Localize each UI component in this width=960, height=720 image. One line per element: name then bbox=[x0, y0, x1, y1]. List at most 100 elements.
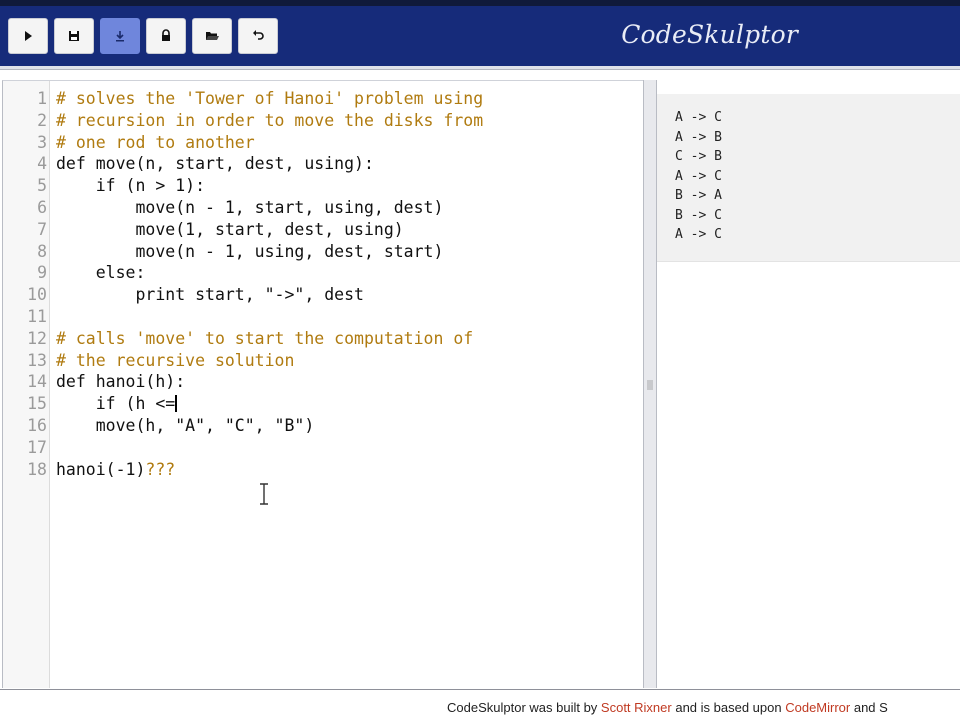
code-text: hanoi(-1)??? bbox=[56, 459, 175, 481]
output-box: A -> C A -> B C -> B A -> C B -> A B -> C A ->… bbox=[657, 94, 960, 262]
line-number: 8 bbox=[37, 241, 47, 261]
code-suffix: ??? bbox=[145, 459, 176, 479]
code-statement: def hanoi(h): bbox=[56, 372, 186, 392]
code-statement: move(h, "A", "C", "B") bbox=[56, 416, 315, 435]
play-icon bbox=[25, 31, 32, 41]
code-statement: print start, "->", dest bbox=[56, 285, 364, 305]
panel-splitter[interactable] bbox=[643, 80, 657, 688]
code-line[interactable]: 7 move(1, start, dest, using) bbox=[3, 219, 639, 241]
undo-button[interactable] bbox=[238, 18, 278, 54]
line-number: 15 bbox=[27, 394, 47, 414]
save-icon bbox=[69, 31, 79, 41]
output-line: B -> C bbox=[675, 207, 722, 223]
output-line: C -> B bbox=[675, 149, 722, 164]
line-number: 7 bbox=[37, 219, 47, 239]
code-statement: move(n - 1, using, dest, start) bbox=[56, 241, 444, 261]
code-statement: if (h <= bbox=[56, 394, 176, 414]
code-editor[interactable]: 1 # solves the 'Tower of Hanoi' problem u… bbox=[2, 80, 643, 688]
code-statement: hanoi(-1) bbox=[56, 459, 146, 479]
text-cursor-icon bbox=[260, 483, 268, 505]
line-number: 10 bbox=[27, 285, 47, 305]
brand-logo: CodeSkulptor bbox=[621, 20, 798, 49]
code-line[interactable]: 1 # solves the 'Tower of Hanoi' problem u… bbox=[3, 88, 639, 110]
code-line[interactable]: 9 else: bbox=[3, 262, 639, 284]
splitter-grip-icon bbox=[647, 380, 653, 390]
code-statement: move(1, start, dest, using) bbox=[56, 219, 404, 239]
code-line[interactable]: 3 # one rod to another bbox=[3, 132, 639, 154]
code-text: def hanoi(h): bbox=[56, 371, 185, 393]
code-statement: else: bbox=[56, 263, 146, 283]
code-statement: move(n - 1, start, using, dest) bbox=[56, 198, 444, 217]
code-line[interactable]: 13 # the recursive solution bbox=[3, 350, 639, 372]
code-text: print start, "->", dest bbox=[56, 284, 364, 306]
download-button[interactable] bbox=[100, 18, 140, 54]
footer-text: CodeSkulptor was built by Scott Rixner a… bbox=[447, 700, 888, 715]
output-line: A -> B bbox=[675, 129, 722, 145]
caret bbox=[175, 395, 178, 413]
code-line[interactable]: 11 bbox=[3, 306, 639, 328]
code-line[interactable]: 18 hanoi(-1)??? bbox=[3, 459, 639, 481]
line-number: 16 bbox=[27, 416, 47, 435]
code-text: # recursion in order to move the disks f… bbox=[56, 110, 483, 132]
lock-button[interactable] bbox=[146, 18, 186, 54]
code-line[interactable]: 5 if (n > 1): bbox=[3, 175, 639, 197]
footer-text-3: and S bbox=[850, 700, 888, 715]
code-line[interactable]: 10 print start, "->", dest bbox=[3, 284, 639, 306]
save-button[interactable] bbox=[54, 18, 94, 54]
lock-icon bbox=[162, 29, 170, 41]
line-number: 5 bbox=[37, 176, 47, 196]
line-number: 1 bbox=[37, 89, 47, 108]
line-number: 12 bbox=[27, 328, 47, 348]
line-number: 2 bbox=[37, 110, 47, 130]
line-number: 9 bbox=[37, 263, 47, 283]
footer-divider bbox=[0, 689, 960, 690]
line-number: 6 bbox=[37, 198, 47, 217]
line-number: 18 bbox=[27, 459, 47, 479]
code-comment: # one rod to another bbox=[56, 132, 255, 152]
code-line[interactable]: 17 bbox=[3, 437, 639, 459]
output-line: A -> C bbox=[675, 168, 722, 184]
line-number: 3 bbox=[37, 132, 47, 152]
code-text: move(n - 1, start, using, dest) bbox=[56, 197, 443, 219]
footer-text-1: CodeSkulptor was built by bbox=[447, 700, 601, 715]
line-number: 11 bbox=[27, 307, 47, 326]
code-text: move(1, start, dest, using) bbox=[56, 219, 404, 241]
code-text: if (n > 1): bbox=[56, 175, 205, 197]
code-statement: if (n > 1): bbox=[56, 176, 206, 196]
line-number: 14 bbox=[27, 372, 47, 392]
code-line[interactable]: 15 if (h <= bbox=[3, 393, 639, 415]
output-line: B -> A bbox=[675, 188, 722, 203]
code-line[interactable]: 6 move(n - 1, start, using, dest) bbox=[3, 197, 639, 219]
code-text: else: bbox=[56, 262, 146, 284]
code-line[interactable]: 14 def hanoi(h): bbox=[3, 371, 639, 393]
output-top-padding bbox=[657, 80, 960, 94]
code-statement: def move(n, start, dest, using): bbox=[56, 154, 374, 174]
code-line[interactable]: 2 # recursion in order to move the disks … bbox=[3, 110, 639, 132]
code-line[interactable]: 4 def move(n, start, dest, using): bbox=[3, 153, 639, 175]
header-bar: CodeSkulptor bbox=[0, 6, 960, 66]
download-icon bbox=[116, 31, 124, 42]
footer: CodeSkulptor was built by Scott Rixner a… bbox=[0, 696, 960, 720]
codemirror-link[interactable]: CodeMirror bbox=[785, 700, 850, 715]
open-button[interactable] bbox=[192, 18, 232, 54]
code-text: move(h, "A", "C", "B") bbox=[56, 415, 315, 437]
code-line[interactable]: 12 # calls 'move' to start the computatio… bbox=[3, 328, 639, 350]
code-line[interactable]: 16 move(h, "A", "C", "B") bbox=[3, 415, 639, 437]
code-text: # one rod to another bbox=[56, 132, 255, 154]
code-comment: # the recursive solution bbox=[56, 350, 295, 370]
header-divider bbox=[0, 69, 960, 70]
line-number: 17 bbox=[27, 437, 47, 457]
open-folder-icon bbox=[206, 32, 219, 40]
code-comment: # solves the 'Tower of Hanoi' problem us… bbox=[56, 89, 484, 108]
code-comment: # recursion in order to move the disks f… bbox=[56, 110, 484, 130]
code-line[interactable]: 8 move(n - 1, using, dest, start) bbox=[3, 241, 639, 263]
scott-rixner-link[interactable]: Scott Rixner bbox=[601, 700, 672, 715]
output-line: A -> C bbox=[675, 227, 722, 242]
footer-text-2: and is based upon bbox=[671, 700, 786, 715]
code-text: # calls 'move' to start the computation … bbox=[56, 328, 473, 350]
run-button[interactable] bbox=[8, 18, 48, 54]
code-text: # solves the 'Tower of Hanoi' problem us… bbox=[56, 88, 483, 110]
code-text: move(n - 1, using, dest, start) bbox=[56, 241, 443, 263]
output-console: A -> C A -> B C -> B A -> C B -> A B -> C A ->… bbox=[657, 80, 960, 688]
code-text: # the recursive solution bbox=[56, 350, 294, 372]
